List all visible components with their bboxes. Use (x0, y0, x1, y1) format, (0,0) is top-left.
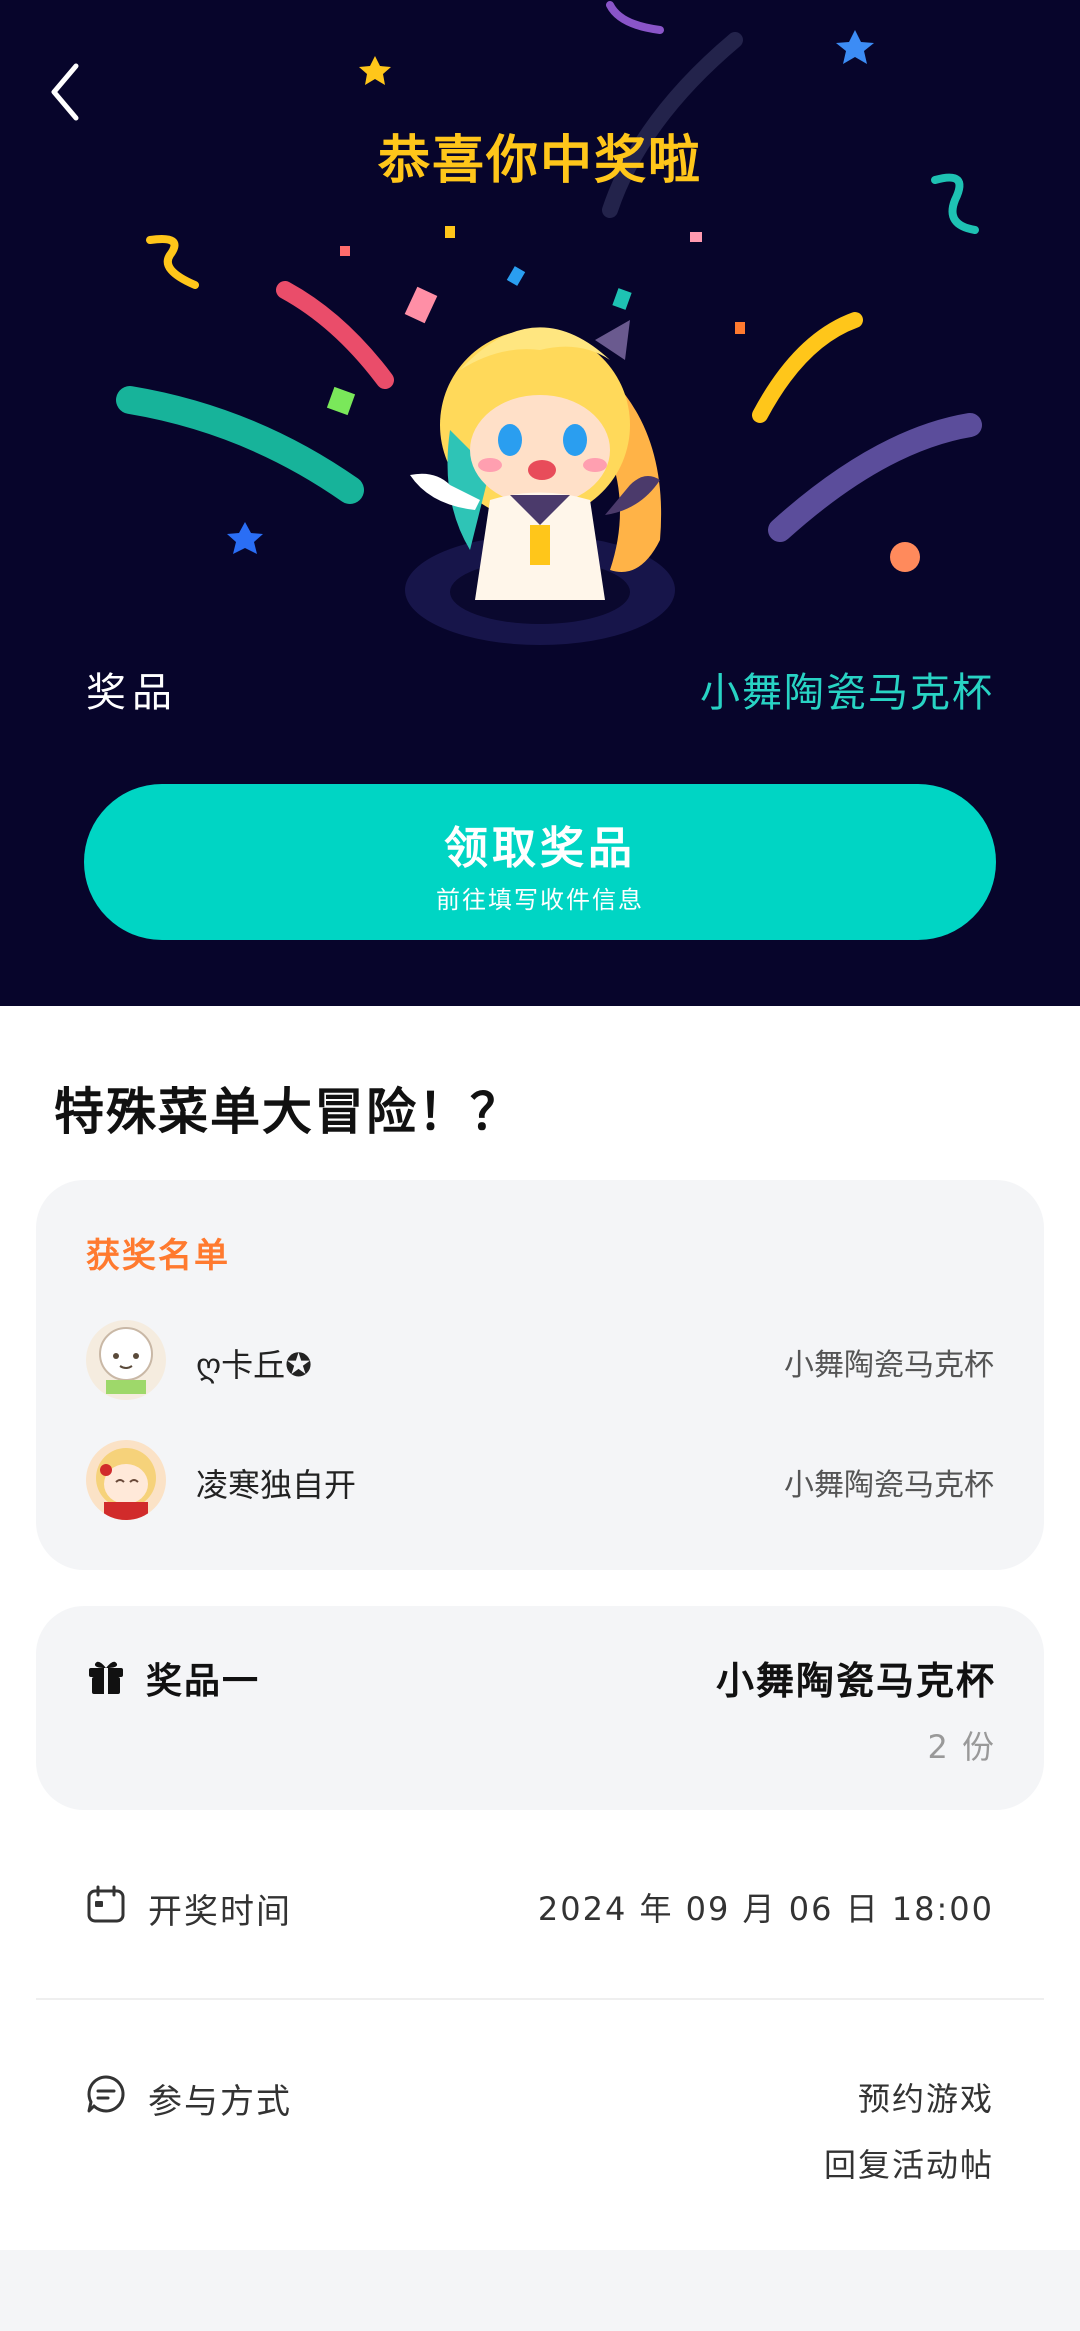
prize-label: 奖品 (86, 670, 178, 716)
claim-prize-button[interactable]: 领取奖品 前往填写收件信息 (84, 784, 996, 940)
mascot-illustration (405, 320, 675, 645)
winners-card: 获奖名单 ღ卡丘✪ 小舞陶瓷马克杯 凌寒独自开 小舞陶瓷马克杯 (36, 1180, 1044, 1570)
winner-row[interactable]: ღ卡丘✪ 小舞陶瓷马克杯 (86, 1320, 1036, 1404)
draw-time-row: 开奖时间 2024 年 09 月 06 日 18:00 (86, 1884, 994, 1932)
prize-info-card: 奖品一 小舞陶瓷马克杯 2 份 (36, 1606, 1044, 1810)
avatar[interactable] (86, 1320, 166, 1400)
winner-row[interactable]: 凌寒独自开 小舞陶瓷马克杯 (86, 1440, 1036, 1524)
winners-title: 获奖名单 (86, 1236, 230, 1276)
winner-name: ღ卡丘✪ (196, 1346, 312, 1384)
participation-method: 回复活动帖 (823, 2146, 994, 2184)
bottom-band (0, 2250, 1080, 2331)
winner-prize: 小舞陶瓷马克杯 (784, 1348, 994, 1383)
divider (36, 1998, 1044, 2000)
chat-bubble-icon (87, 2075, 125, 2113)
participation-method: 预约游戏 (857, 2080, 994, 2118)
gift-icon (89, 1661, 123, 1694)
prize-name: 小舞陶瓷马克杯 (700, 670, 994, 716)
calendar-icon (87, 1885, 125, 1923)
prize-index-label: 奖品一 (146, 1661, 261, 1702)
event-title: 特殊菜单大冒险！？ (54, 1083, 522, 1141)
winner-name: 凌寒独自开 (196, 1466, 357, 1504)
avatar[interactable] (86, 1440, 166, 1520)
prize-title: 小舞陶瓷马克杯 (715, 1659, 996, 1703)
winner-prize: 小舞陶瓷马克杯 (784, 1468, 994, 1503)
participation-row: 参与方式 预约游戏 回复活动帖 (86, 2074, 994, 2204)
claim-prize-sublabel: 前往填写收件信息 (436, 887, 644, 914)
participation-label: 参与方式 (148, 2082, 292, 2122)
claim-prize-label: 领取奖品 (444, 824, 636, 873)
prize-count: 2 份 (927, 1728, 996, 1766)
draw-time-value: 2024 年 09 月 06 日 18:00 (537, 1890, 994, 1928)
congrats-title: 恭喜你中奖啦 (377, 131, 702, 191)
hero-banner: 恭喜你中奖啦 奖品 小舞陶瓷马克杯 领取奖品 前往填写收件信息 (0, 0, 1080, 1006)
draw-time-label: 开奖时间 (148, 1892, 292, 1932)
